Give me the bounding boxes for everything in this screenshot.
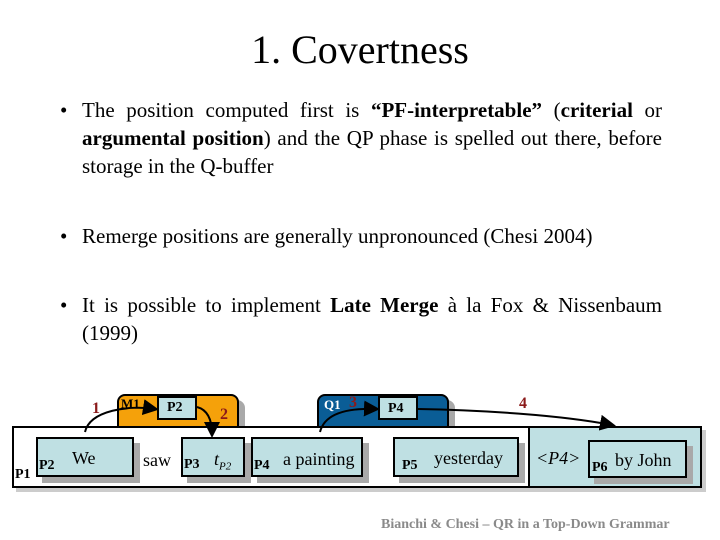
- step-2: 2: [220, 406, 228, 423]
- arrows: [84, 399, 616, 438]
- step-4: 4: [519, 395, 527, 412]
- footer: Bianchi & Chesi – QR in a Top-Down Gramm…: [381, 517, 670, 532]
- slide: 1. Covertness • The position computed fi…: [0, 0, 720, 540]
- step-3: 3: [349, 394, 357, 411]
- step-1: 1: [92, 400, 100, 417]
- arrow-3: [319, 400, 380, 433]
- arrow-2: [196, 406, 220, 438]
- arrow-4: [417, 408, 616, 431]
